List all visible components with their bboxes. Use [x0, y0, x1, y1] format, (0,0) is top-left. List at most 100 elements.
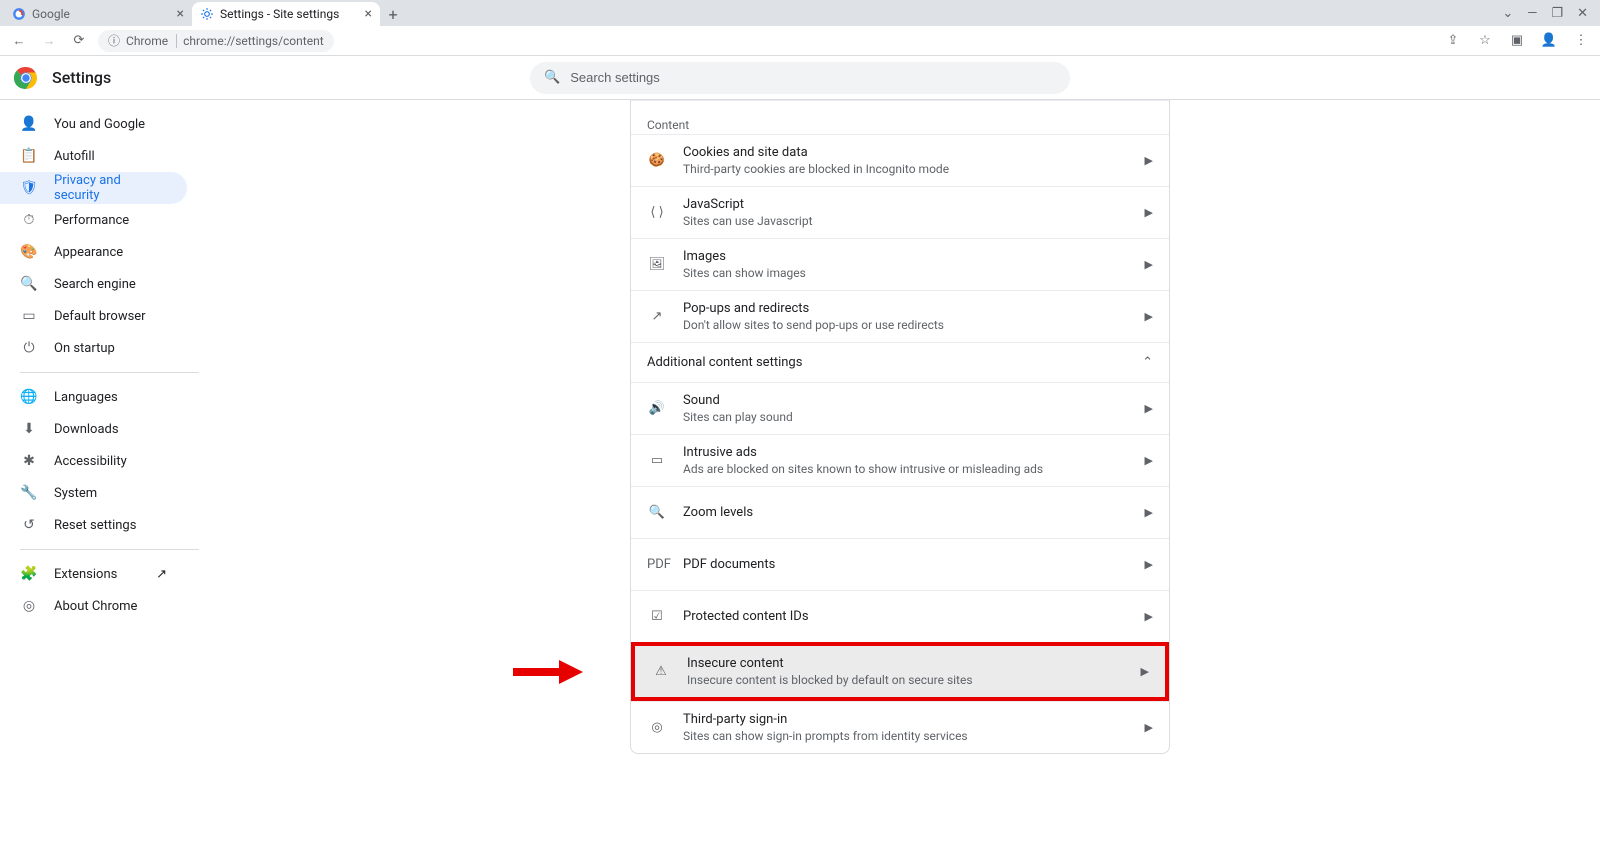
sidebar-item-system[interactable]: 🔧System	[0, 477, 187, 509]
row-title: Pop-ups and redirects	[683, 301, 1129, 316]
sidebar-item-you-and-google[interactable]: 👤You and Google	[0, 108, 187, 140]
sidebar-item-label: Reset settings	[54, 518, 136, 533]
tab-google[interactable]: Google ×	[4, 2, 192, 26]
content-pane[interactable]: Content 🍪 Cookies and site data Third-party…	[200, 100, 1600, 845]
chevron-right-icon: ▶	[1145, 258, 1153, 271]
chevron-right-icon: ▶	[1145, 558, 1153, 571]
section-label-content: Content	[631, 106, 1169, 134]
row-protected[interactable]: ☑Protected content IDs▶	[631, 590, 1169, 642]
chevron-right-icon: ▶	[1141, 665, 1149, 678]
row-subtitle: Don't allow sites to send pop-ups or use…	[683, 318, 1129, 332]
tab-strip: Google × Settings - Site settings × + ⌄ …	[0, 0, 1600, 26]
kebab-menu-icon[interactable]: ⋮	[1570, 30, 1592, 52]
star-icon[interactable]: ☆	[1474, 30, 1496, 52]
settings-header: Settings 🔍	[0, 56, 1600, 100]
row-javascript[interactable]: ⟨ ⟩JavaScriptSites can use Javascript▶	[631, 186, 1169, 238]
additional-content-settings-expander[interactable]: Additional content settings⌃	[631, 342, 1169, 382]
languages-icon: 🌐	[20, 389, 38, 405]
back-button[interactable]: ←	[8, 30, 30, 52]
row-title: Images	[683, 249, 1129, 264]
row-title: Insecure content	[687, 656, 1125, 671]
tab-settings[interactable]: Settings - Site settings ×	[192, 2, 380, 26]
sidebar-item-privacy[interactable]: 🛡Privacy and security	[0, 172, 187, 204]
row-title: Protected content IDs	[683, 609, 1129, 624]
row-ads[interactable]: ▭Intrusive adsAds are blocked on sites k…	[631, 434, 1169, 486]
maximize-icon[interactable]: ❐	[1551, 6, 1563, 21]
sidebar-item-about[interactable]: ◎ About Chrome	[0, 590, 187, 622]
row-subtitle: Insecure content is blocked by default o…	[687, 673, 1125, 687]
new-tab-button[interactable]: +	[380, 2, 406, 26]
close-icon[interactable]: ×	[177, 6, 184, 22]
insecure-icon: ⚠	[651, 664, 671, 679]
sidebar-item-appearance[interactable]: 🎨Appearance	[0, 236, 187, 268]
row-sound[interactable]: 🔊SoundSites can play sound▶	[631, 382, 1169, 434]
reload-button[interactable]: ⟳	[68, 30, 90, 52]
sidebar-item-reset[interactable]: ↺Reset settings	[0, 509, 187, 541]
row-fedid[interactable]: ◎ Third-party sign-in Sites can show sign-…	[631, 701, 1169, 753]
row-title: Zoom levels	[683, 505, 1129, 520]
zoom-icon: 🔍	[647, 505, 667, 520]
share-icon[interactable]: ⇪	[1442, 30, 1464, 52]
row-subtitle: Sites can show sign-in prompts from iden…	[683, 729, 1129, 743]
chevron-up-icon: ⌃	[1142, 355, 1153, 370]
cookies-icon: 🍪	[647, 153, 667, 168]
row-title: PDF documents	[683, 557, 1129, 572]
downloads-icon: ⬇	[20, 421, 38, 437]
sidebar-item-label: On startup	[54, 341, 115, 356]
tab-title: Google	[32, 7, 171, 21]
accessibility-icon: ✱	[20, 453, 38, 469]
search-icon: 🔍	[544, 70, 560, 85]
row-zoom[interactable]: 🔍Zoom levels▶	[631, 486, 1169, 538]
row-pdf[interactable]: PDFPDF documents▶	[631, 538, 1169, 590]
url-text: chrome://settings/content	[183, 34, 324, 48]
sidebar-item-downloads[interactable]: ⬇ Downloads	[0, 413, 187, 445]
row-popups[interactable]: ↗ Pop-ups and redirects Don't allow sites …	[631, 290, 1169, 342]
sidebar-item-default-browser[interactable]: ▭Default browser	[0, 300, 187, 332]
sidebar-item-on-startup[interactable]: ⏻On startup	[0, 332, 187, 364]
sidebar-item-label: Performance	[54, 213, 129, 228]
sidebar-item-accessibility[interactable]: ✱Accessibility	[0, 445, 187, 477]
sidebar-item-performance[interactable]: ⏱Performance	[0, 204, 187, 236]
settings-favicon	[200, 7, 214, 21]
sidebar-item-label: Downloads	[54, 422, 119, 437]
close-window-icon[interactable]: ✕	[1577, 6, 1588, 21]
row-title: JavaScript	[683, 197, 1129, 212]
sidebar-item-label: Extensions	[54, 567, 117, 582]
sidebar-item-label: About Chrome	[54, 599, 137, 614]
forward-button[interactable]: →	[38, 30, 60, 52]
about-icon: ◎	[20, 598, 38, 614]
row-title: Third-party sign-in	[683, 712, 1129, 727]
chevron-right-icon: ▶	[1145, 310, 1153, 323]
window-controls: ⌄ — ❐ ✕	[1490, 0, 1600, 26]
row-title: Cookies and site data	[683, 145, 1129, 160]
ads-icon: ▭	[647, 453, 667, 468]
row-cookies[interactable]: 🍪Cookies and site dataThird-party cookie…	[631, 134, 1169, 186]
sidebar-item-label: Default browser	[54, 309, 146, 324]
sidebar-item-label: Search engine	[54, 277, 136, 292]
row-title: Sound	[683, 393, 1129, 408]
protected-icon: ☑	[647, 609, 667, 624]
sidebar: 👤You and Google📋Autofill🛡Privacy and sec…	[0, 100, 200, 845]
row-subtitle: Sites can play sound	[683, 410, 1129, 424]
search-input[interactable]	[570, 70, 1056, 85]
row-images[interactable]: 🖼ImagesSites can show images▶	[631, 238, 1169, 290]
close-icon[interactable]: ×	[365, 6, 372, 22]
autofill-icon: 📋	[20, 148, 38, 164]
sidebar-item-search-engine[interactable]: 🔍Search engine	[0, 268, 187, 300]
annotation-arrow	[511, 658, 583, 686]
chevron-down-icon[interactable]: ⌄	[1502, 6, 1513, 21]
row-title: Intrusive ads	[683, 445, 1129, 460]
omnibox[interactable]: ⓘ Chrome chrome://settings/content	[98, 30, 334, 52]
row-insecure[interactable]: ⚠ Insecure content Insecure content is blo…	[631, 642, 1169, 701]
sidebar-item-autofill[interactable]: 📋Autofill	[0, 140, 187, 172]
search-settings[interactable]: 🔍	[530, 62, 1070, 94]
chevron-right-icon: ▶	[1145, 154, 1153, 167]
sidebar-item-extensions[interactable]: 🧩Extensions↗	[0, 558, 187, 590]
popups-icon: ↗	[647, 309, 667, 324]
sound-icon: 🔊	[647, 401, 667, 416]
fedid-icon: ◎	[647, 720, 667, 735]
sidebar-item-languages[interactable]: 🌐Languages	[0, 381, 187, 413]
minimize-icon[interactable]: —	[1527, 6, 1537, 21]
side-panel-icon[interactable]: ▣	[1506, 30, 1528, 52]
profile-avatar[interactable]: 👤	[1538, 30, 1560, 52]
